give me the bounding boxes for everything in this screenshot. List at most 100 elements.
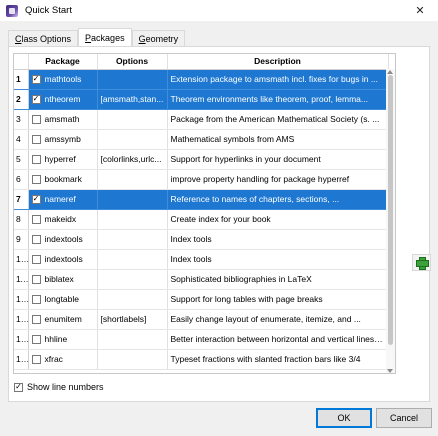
- description-cell[interactable]: Reference to names of chapters, sections…: [167, 189, 389, 210]
- package-name: mathtools: [44, 74, 82, 84]
- description-cell[interactable]: Support for hyperlinks in your document: [167, 149, 389, 170]
- scroll-down-icon[interactable]: [387, 369, 393, 373]
- package-checkbox[interactable]: [31, 214, 41, 224]
- options-cell[interactable]: [97, 209, 168, 230]
- package-cell[interactable]: amsmath: [28, 109, 98, 130]
- package-checkbox[interactable]: [31, 254, 41, 264]
- description-cell[interactable]: Mathematical symbols from AMS: [167, 129, 389, 150]
- package-checkbox[interactable]: [31, 314, 41, 324]
- options-cell[interactable]: [colorlinks,urlc...: [97, 149, 168, 170]
- row-number: 15: [14, 349, 29, 370]
- package-cell[interactable]: enumitem: [28, 309, 98, 330]
- table-row[interactable]: 6 bookmark improve property handling for p…: [14, 169, 395, 190]
- options-cell[interactable]: [shortlabels]: [97, 309, 168, 330]
- window-title: Quick Start: [25, 5, 72, 16]
- description-cell[interactable]: Package from the American Mathematical S…: [167, 109, 389, 130]
- package-checkbox[interactable]: [31, 274, 41, 284]
- package-checkbox[interactable]: [31, 114, 41, 124]
- table-row[interactable]: 11 biblatex Sophisticated bibliographies i…: [14, 269, 395, 290]
- package-checkbox[interactable]: ✓: [31, 94, 41, 104]
- description-cell[interactable]: Sophisticated bibliographies in LaTeX: [167, 269, 389, 290]
- package-cell[interactable]: bookmark: [28, 169, 98, 190]
- package-checkbox[interactable]: [31, 294, 41, 304]
- table-row[interactable]: 1 ✓ mathtools Extension package to amsmath …: [14, 69, 395, 90]
- tab-class-options[interactable]: Class Options: [8, 30, 79, 46]
- options-cell[interactable]: [97, 249, 168, 270]
- ok-button[interactable]: OK: [316, 408, 372, 428]
- package-cell[interactable]: biblatex: [28, 269, 98, 290]
- tab-geometry[interactable]: Geometry: [131, 30, 186, 46]
- package-cell[interactable]: indextools: [28, 249, 98, 270]
- options-cell[interactable]: [97, 269, 168, 290]
- vertical-scrollbar[interactable]: [386, 69, 395, 373]
- package-checkbox[interactable]: ✓: [31, 194, 41, 204]
- package-checkbox[interactable]: [31, 354, 41, 364]
- options-cell[interactable]: [97, 129, 168, 150]
- table-row[interactable]: 4 amssymb Mathematical symbols from AMS: [14, 129, 395, 150]
- options-cell[interactable]: [amsmath,stan...: [97, 89, 168, 110]
- tab-packages[interactable]: Packages: [78, 28, 132, 46]
- row-number: 6: [14, 169, 29, 190]
- table-row[interactable]: 13 enumitem [shortlabels] Easily change lay…: [14, 309, 395, 330]
- package-name: amsmath: [44, 114, 80, 124]
- show-line-numbers-checkbox[interactable]: ✓ Show line numbers: [14, 382, 104, 392]
- options-cell[interactable]: [97, 229, 168, 250]
- description-cell[interactable]: Create index for your book: [167, 209, 389, 230]
- close-button[interactable]: ✕: [402, 0, 438, 21]
- description-cell[interactable]: improve property handling for package hy…: [167, 169, 389, 190]
- description-cell[interactable]: Easily change layout of enumerate, itemi…: [167, 309, 389, 330]
- table-row[interactable]: 15 xfrac Typeset fractions with slanted fr…: [14, 349, 395, 370]
- column-header-description[interactable]: Description: [167, 54, 389, 70]
- table-row[interactable]: 7 ✓ nameref Reference to names of chapters,…: [14, 189, 395, 210]
- options-cell[interactable]: [97, 329, 168, 350]
- package-cell[interactable]: amssymb: [28, 129, 98, 150]
- description-cell[interactable]: Typeset fractions with slanted fraction …: [167, 349, 389, 370]
- show-line-numbers-check[interactable]: ✓: [14, 382, 23, 392]
- package-cell[interactable]: ✓ nameref: [28, 189, 98, 210]
- package-name: enumitem: [44, 314, 82, 324]
- package-name: ntheorem: [44, 94, 81, 104]
- scrollbar-thumb[interactable]: [388, 75, 393, 345]
- table-row[interactable]: 10 indextools Index tools: [14, 249, 395, 270]
- description-cell[interactable]: Better interaction between horizontal an…: [167, 329, 389, 350]
- row-number: 1: [14, 69, 29, 90]
- add-package-button[interactable]: [412, 254, 431, 271]
- description-cell[interactable]: Theorem environments like theorem, proof…: [167, 89, 389, 110]
- package-cell[interactable]: hhline: [28, 329, 98, 350]
- package-cell[interactable]: indextools: [28, 229, 98, 250]
- table-row[interactable]: 14 hhline Better interaction between horiz…: [14, 329, 395, 350]
- column-header-options[interactable]: Options: [97, 54, 168, 70]
- package-cell[interactable]: ✓ ntheorem: [28, 89, 98, 110]
- options-cell[interactable]: [97, 169, 168, 190]
- package-checkbox[interactable]: [31, 134, 41, 144]
- options-cell[interactable]: [97, 349, 168, 370]
- package-cell[interactable]: xfrac: [28, 349, 98, 370]
- table-row[interactable]: 12 longtable Support for long tables with …: [14, 289, 395, 310]
- package-checkbox[interactable]: [31, 234, 41, 244]
- description-cell[interactable]: Index tools: [167, 229, 389, 250]
- table-row[interactable]: 2 ✓ ntheorem [amsmath,stan... Theorem enviro…: [14, 89, 395, 110]
- table-row[interactable]: 9 indextools Index tools: [14, 229, 395, 250]
- description-cell[interactable]: Support for long tables with page breaks: [167, 289, 389, 310]
- options-cell[interactable]: [97, 289, 168, 310]
- column-header-package[interactable]: Package: [28, 54, 98, 70]
- package-checkbox[interactable]: ✓: [31, 74, 41, 84]
- table-row[interactable]: 8 makeidx Create index for your book: [14, 209, 395, 230]
- options-cell[interactable]: [97, 69, 168, 90]
- package-cell[interactable]: hyperref: [28, 149, 98, 170]
- package-checkbox[interactable]: [31, 334, 41, 344]
- scroll-up-icon[interactable]: [387, 70, 393, 74]
- options-cell[interactable]: [97, 109, 168, 130]
- package-cell[interactable]: longtable: [28, 289, 98, 310]
- table-row[interactable]: 3 amsmath Package from the American Mathem…: [14, 109, 395, 130]
- package-checkbox[interactable]: [31, 174, 41, 184]
- cancel-button[interactable]: Cancel: [376, 408, 432, 428]
- package-cell[interactable]: makeidx: [28, 209, 98, 230]
- options-cell[interactable]: [97, 189, 168, 210]
- package-cell[interactable]: ✓ mathtools: [28, 69, 98, 90]
- packages-panel: Package Options Description 1 ✓ mathtools E…: [8, 46, 431, 402]
- description-cell[interactable]: Extension package to amsmath incl. fixes…: [167, 69, 389, 90]
- table-row[interactable]: 5 hyperref [colorlinks,urlc... Support for …: [14, 149, 395, 170]
- description-cell[interactable]: Index tools: [167, 249, 389, 270]
- package-checkbox[interactable]: [31, 154, 41, 164]
